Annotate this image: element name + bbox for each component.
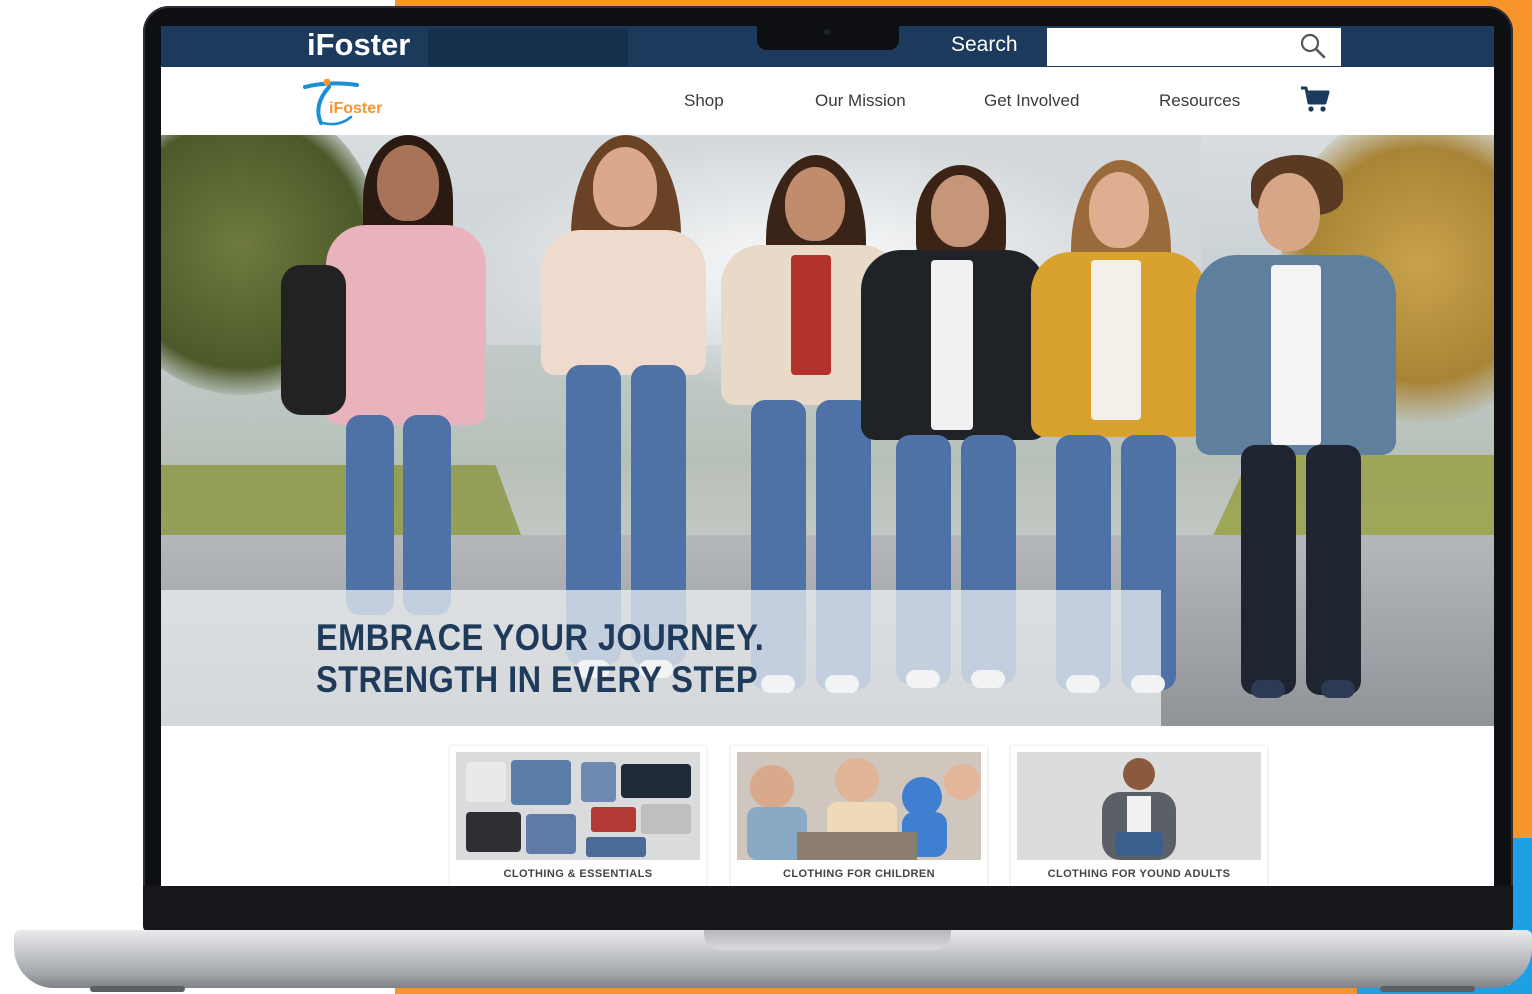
search-icon[interactable] — [1299, 32, 1327, 60]
laptop-foot-right — [1380, 986, 1475, 992]
hero-banner: EMBRACE YOUR JOURNEY. STRENGTH IN EVERY … — [161, 135, 1494, 726]
camera-notch — [757, 26, 899, 50]
search-label: Search — [951, 33, 1018, 56]
nav-get-involved[interactable]: Get Involved — [984, 89, 1079, 113]
cart-icon[interactable] — [1299, 83, 1331, 115]
hero-headline-line-1: EMBRACE YOUR JOURNEY. — [316, 617, 765, 658]
ifoster-logo[interactable]: iFoster — [299, 79, 399, 129]
laptop-screen: iFoster Search iFoster Shop Our Mission … — [161, 26, 1494, 886]
category-label-children: CLOTHING FOR CHILDREN — [782, 868, 935, 880]
search-input[interactable] — [1047, 28, 1341, 66]
laptop-opening-notch — [704, 930, 951, 950]
main-nav: iFoster Shop Our Mission Get Involved Re… — [161, 67, 1494, 135]
category-label-essentials: CLOTHING & ESSENTIALS — [503, 868, 653, 880]
nav-our-mission[interactable]: Our Mission — [815, 89, 906, 113]
category-image-children — [737, 752, 981, 860]
logo-text: iFoster — [329, 100, 382, 117]
category-card-children[interactable]: CLOTHING FOR CHILDREN — [731, 746, 987, 886]
category-image-essentials — [456, 752, 700, 860]
category-card-essentials[interactable]: CLOTHING & ESSENTIALS — [450, 746, 706, 886]
top-bar: iFoster Search — [161, 26, 1494, 67]
category-section: CLOTHING & ESSENTIALS CLOTHING FOR CHILD… — [161, 726, 1494, 886]
category-label-young-adults: CLOTHING FOR YOUND ADULTS — [1047, 868, 1231, 880]
laptop-chin — [143, 886, 1513, 932]
laptop-foot-left — [90, 986, 185, 992]
nav-shop[interactable]: Shop — [684, 89, 724, 113]
category-image-young-adults — [1017, 752, 1261, 860]
brand-title[interactable]: iFoster — [307, 26, 410, 64]
hero-headline: EMBRACE YOUR JOURNEY. STRENGTH IN EVERY … — [316, 617, 764, 701]
brand-highlight — [428, 28, 628, 66]
category-card-young-adults[interactable]: CLOTHING FOR YOUND ADULTS — [1011, 746, 1267, 886]
nav-resources[interactable]: Resources — [1159, 89, 1240, 113]
hero-headline-line-2: STRENGTH IN EVERY STEP — [316, 659, 759, 700]
